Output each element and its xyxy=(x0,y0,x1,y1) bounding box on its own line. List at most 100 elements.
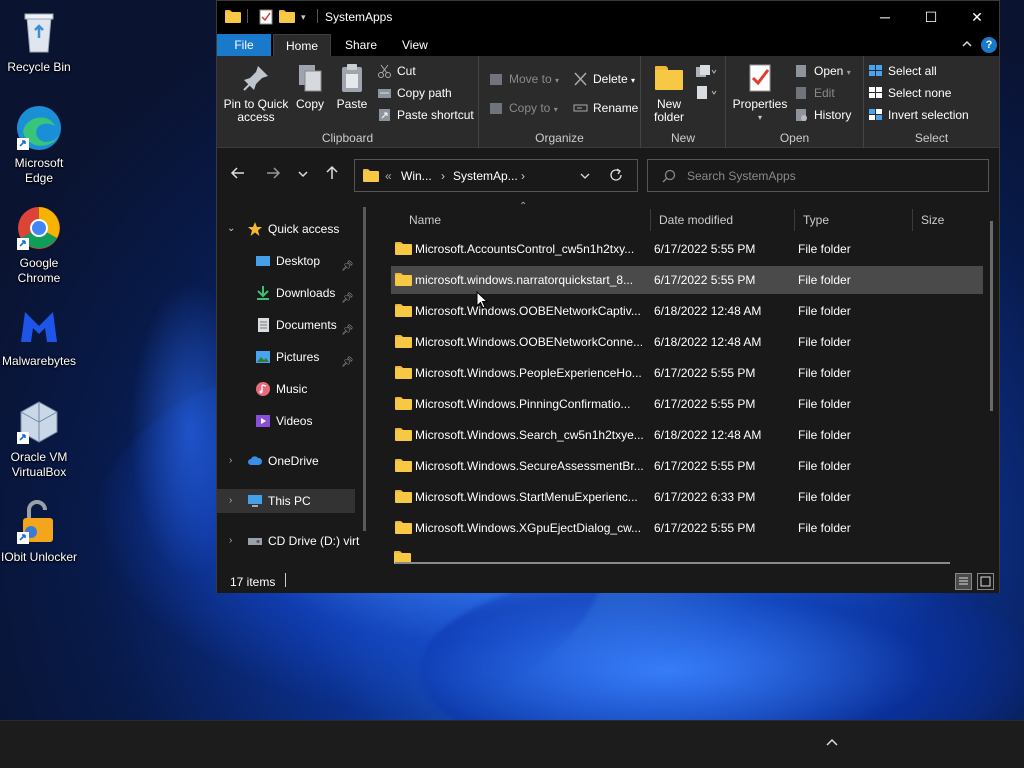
open-button[interactable]: Open ▾ xyxy=(794,62,851,80)
copy-to-button[interactable]: Copy to ▾ xyxy=(489,99,558,117)
address-bar[interactable]: « Win... › SystemAp... › xyxy=(354,159,638,192)
nav-pane-scrollbar[interactable] xyxy=(363,207,366,531)
pin-icon[interactable]: 📌︎ xyxy=(341,287,354,304)
rename-button[interactable]: Rename xyxy=(573,99,638,117)
tab-home[interactable]: Home xyxy=(273,34,332,56)
tab-view[interactable]: View xyxy=(390,34,440,56)
file-list-vertical-scrollbar[interactable] xyxy=(990,221,993,411)
customize-quick-access-chevron-icon[interactable]: ▾ xyxy=(301,9,311,25)
show-hidden-icons-chevron-icon[interactable] xyxy=(824,735,840,751)
breadcrumb-overflow[interactable]: « xyxy=(385,169,392,183)
nav-item-documents[interactable]: Documents 📌︎ xyxy=(217,313,363,337)
nav-item-desktop[interactable]: Desktop 📌︎ xyxy=(217,249,363,273)
file-date-modified: 6/17/2022 5:55 PM xyxy=(654,397,756,411)
tab-file[interactable]: File xyxy=(217,34,271,56)
nav-item-onedrive[interactable]: › OneDrive xyxy=(217,449,363,473)
clipboard-group: Pin to Quick access Copy Paste Cut Copy … xyxy=(217,56,479,148)
copy-path-icon xyxy=(377,86,392,100)
paste-button[interactable]: Paste xyxy=(333,62,371,111)
file-name: Microsoft.Windows.Search_cw5n1h2txye... xyxy=(415,428,644,442)
breadcrumb-windows[interactable]: Win... xyxy=(401,169,432,183)
delete-button[interactable]: Delete ▾ xyxy=(573,70,635,88)
new-item-icon[interactable] xyxy=(695,64,717,83)
new-folder-quick-icon[interactable] xyxy=(279,9,295,25)
column-header-name[interactable]: Name xyxy=(401,209,651,231)
file-row[interactable]: Microsoft.Windows.OOBENetworkConne... 6/1… xyxy=(391,328,983,356)
desktop-icon-virtualbox[interactable]: Oracle VM VirtualBox xyxy=(0,398,78,480)
file-row[interactable]: Microsoft.Windows.SecureAssessmentBr... 6… xyxy=(391,452,983,480)
column-header-date-modified[interactable]: Date modified xyxy=(651,209,795,231)
column-header-size[interactable]: Size xyxy=(913,209,993,231)
download-arrow-icon xyxy=(255,285,271,301)
new-folder-button[interactable]: New folder xyxy=(647,62,691,124)
expand-chevron-icon[interactable]: › xyxy=(229,529,232,553)
pin-icon[interactable]: 📌︎ xyxy=(341,351,354,368)
desktop-icon-recycle-bin[interactable]: Recycle Bin xyxy=(0,8,78,75)
pin-icon[interactable]: 📌︎ xyxy=(341,255,354,272)
easy-access-icon[interactable] xyxy=(695,85,717,104)
column-header-type[interactable]: Type xyxy=(795,209,913,231)
minimize-button[interactable]: ─ xyxy=(862,1,908,34)
breadcrumb-separator-icon[interactable]: › xyxy=(521,169,525,183)
properties-quick-icon[interactable] xyxy=(259,9,273,25)
file-row[interactable]: Microsoft.Windows.PinningConfirmatio... 6… xyxy=(391,390,983,418)
large-icons-view-icon[interactable] xyxy=(977,573,994,590)
iobit-unlocker-icon xyxy=(15,498,63,546)
address-folder-icon xyxy=(363,169,379,182)
file-explorer-window: ▾ SystemApps ─ ☐ ✕ File Home Share View … xyxy=(216,0,1000,593)
file-row[interactable]: Microsoft.AccountsControl_cw5n1h2txy... 6… xyxy=(391,235,983,263)
nav-item-pictures[interactable]: Pictures 📌︎ xyxy=(217,345,363,369)
maximize-button[interactable]: ☐ xyxy=(908,1,954,34)
address-history-chevron-icon[interactable] xyxy=(579,170,591,185)
file-row[interactable]: Microsoft.Windows.XGpuEjectDialog_cw... 6… xyxy=(391,514,983,542)
breadcrumb-separator-icon[interactable]: › xyxy=(441,169,445,183)
select-all-button[interactable]: Select all xyxy=(868,62,937,80)
help-icon[interactable]: ? xyxy=(981,37,997,53)
nav-item-this-pc[interactable]: › This PC xyxy=(217,489,355,513)
move-to-button[interactable]: Move to ▾ xyxy=(489,70,559,88)
expand-chevron-icon[interactable]: › xyxy=(229,489,232,513)
pin-icon[interactable]: 📌︎ xyxy=(341,319,354,336)
copy-button[interactable]: Copy xyxy=(293,62,327,111)
cut-button[interactable]: Cut xyxy=(377,62,416,80)
details-view-icon[interactable] xyxy=(955,573,972,590)
nav-item-videos[interactable]: Videos xyxy=(217,409,363,433)
tab-share[interactable]: Share xyxy=(333,34,389,56)
edit-button[interactable]: Edit xyxy=(794,84,835,102)
search-input[interactable]: Search SystemApps xyxy=(687,169,796,183)
file-row[interactable]: Microsoft.Windows.PeopleExperienceHo... 6… xyxy=(391,359,983,387)
history-button[interactable]: History xyxy=(794,106,851,124)
invert-selection-button[interactable]: Invert selection xyxy=(868,106,969,124)
up-arrow-icon[interactable] xyxy=(321,165,343,187)
desktop-icon-chrome[interactable]: Google Chrome xyxy=(0,204,78,286)
file-row[interactable]: Microsoft.Windows.Search_cw5n1h2txye... 6… xyxy=(391,421,983,449)
breadcrumb-systemapps[interactable]: SystemAp... xyxy=(453,169,518,183)
nav-item-downloads[interactable]: Downloads 📌︎ xyxy=(217,281,363,305)
refresh-icon[interactable] xyxy=(609,168,623,185)
expand-chevron-icon[interactable]: ⌄ xyxy=(227,217,235,241)
file-row[interactable]: microsoft.windows.narratorquickstart_8..… xyxy=(391,266,983,294)
copy-path-button[interactable]: Copy path xyxy=(377,84,452,102)
title-bar[interactable]: ▾ SystemApps ─ ☐ ✕ xyxy=(217,1,999,34)
ribbon-tabs: File Home Share View ? xyxy=(217,34,999,56)
file-list-horizontal-scrollbar[interactable] xyxy=(395,562,950,564)
select-none-button[interactable]: Select none xyxy=(868,84,951,102)
desktop-icon-iobit-unlocker[interactable]: IObit Unlocker xyxy=(0,498,78,565)
nav-quick-access[interactable]: ⌄ Quick access xyxy=(217,217,363,241)
forward-arrow-icon[interactable] xyxy=(262,165,284,187)
close-button[interactable]: ✕ xyxy=(954,1,1000,34)
expand-chevron-icon[interactable]: › xyxy=(229,449,232,473)
file-row[interactable]: Microsoft.Windows.StartMenuExperienc... 6… xyxy=(391,483,983,511)
properties-button[interactable]: Properties ▾ xyxy=(732,62,788,124)
pin-to-quick-access-button[interactable]: Pin to Quick access xyxy=(221,62,291,124)
search-box[interactable]: Search SystemApps xyxy=(647,159,989,192)
desktop-icon-malwarebytes[interactable]: Malwarebytes xyxy=(0,302,78,369)
paste-shortcut-button[interactable]: Paste shortcut xyxy=(377,106,474,124)
nav-item-cd-drive[interactable]: › CD Drive (D:) virt xyxy=(217,529,363,553)
recent-locations-chevron-icon[interactable] xyxy=(292,165,314,187)
collapse-ribbon-chevron-icon[interactable] xyxy=(961,38,973,53)
desktop-icon-edge[interactable]: Microsoft Edge xyxy=(0,104,78,186)
back-arrow-icon[interactable] xyxy=(227,165,249,187)
history-icon xyxy=(794,108,809,122)
nav-item-music[interactable]: Music xyxy=(217,377,363,401)
